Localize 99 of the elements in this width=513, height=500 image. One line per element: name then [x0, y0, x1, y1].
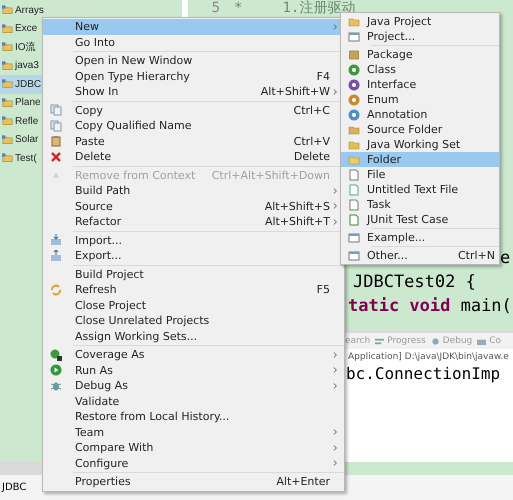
menu-item[interactable]: Copy Qualified Name — [43, 118, 344, 134]
menu-item[interactable]: Open Type Hierarchy F4 — [43, 68, 344, 84]
project-folder-icon — [2, 42, 13, 52]
project-folder-icon — [2, 116, 13, 126]
menu-item[interactable]: Enum — [341, 92, 499, 107]
menu-item[interactable]: Close Unrelated Projects — [43, 313, 344, 328]
menu-item[interactable]: Validate — [43, 394, 344, 409]
project-folder-icon — [348, 16, 360, 28]
menu-item[interactable]: Show In Alt+Shift+W — [43, 84, 344, 100]
package-icon — [348, 48, 360, 60]
menu-item[interactable]: Task — [341, 197, 499, 212]
tree-item[interactable]: Exce — [0, 20, 38, 38]
tree-item[interactable]: IO流 — [0, 38, 37, 56]
window-icon — [348, 30, 360, 42]
menu-item[interactable]: Go Into — [43, 34, 344, 50]
paste-icon — [50, 135, 62, 148]
console-icon — [477, 336, 486, 346]
window-icon — [348, 232, 360, 244]
menu-item[interactable]: Debug As — [43, 378, 344, 394]
menu-item[interactable]: Delete Delete — [43, 149, 344, 164]
line-number: 5 — [210, 0, 220, 16]
tree-item[interactable]: Solar — [0, 130, 40, 149]
project-folder-icon — [2, 60, 13, 71]
test-file-icon — [348, 214, 360, 226]
menu-item[interactable]: Team — [43, 424, 344, 440]
enum-icon — [348, 94, 360, 106]
menu-item[interactable]: Build Project — [43, 266, 344, 282]
status-text: JDBC — [2, 482, 26, 493]
text-file-icon — [348, 184, 360, 196]
code-text: e — [500, 248, 510, 268]
progress-icon — [375, 336, 384, 346]
menu-item[interactable]: File — [341, 167, 499, 182]
menu-item[interactable]: Properties Alt+Enter — [43, 474, 344, 490]
project-folder-icon — [2, 79, 13, 90]
menu-item[interactable]: Open in New Window — [43, 53, 344, 68]
project-folder-icon — [2, 24, 13, 34]
folder-icon — [348, 154, 360, 166]
menu-item[interactable]: Package — [341, 47, 499, 62]
menu-item[interactable]: Copy Ctrl+C — [43, 102, 344, 118]
export-icon — [50, 250, 62, 262]
tree-item[interactable]: java3 — [0, 56, 40, 75]
menu-item[interactable]: Restore from Local History... — [43, 409, 344, 424]
menu-item[interactable]: Project... — [341, 29, 499, 44]
project-folder-icon — [2, 5, 13, 16]
chevron-icon — [332, 88, 338, 96]
menu-item[interactable]: Build Path — [43, 183, 344, 198]
menu-item[interactable]: Export... — [43, 248, 344, 264]
menu-item[interactable]: Assign Working Sets... — [43, 328, 344, 344]
tree-item[interactable]: Arrays — [0, 1, 45, 20]
tree-item[interactable]: Refle — [0, 112, 40, 130]
menu-item[interactable]: Source Alt+Shift+S — [43, 198, 344, 214]
menu-item[interactable]: Import... — [43, 232, 344, 248]
menu-item[interactable]: Java Project — [341, 14, 499, 29]
menu-item[interactable]: Source Folder — [341, 122, 499, 137]
run-icon — [50, 364, 62, 376]
copy-icon — [50, 104, 62, 116]
class-icon — [348, 64, 360, 76]
tree-item[interactable]: JDBC — [0, 75, 42, 94]
annotation-icon — [348, 108, 360, 120]
menu-item[interactable]: Configure — [43, 456, 344, 471]
import-icon — [50, 234, 62, 246]
menu-item[interactable]: Class — [341, 62, 499, 77]
code-text: tatic void — [348, 296, 450, 316]
menu-item[interactable]: Other... Ctrl+N — [341, 248, 499, 263]
menu-item[interactable]: Refactor Alt+Shift+T — [43, 214, 344, 230]
code-text: JDBCTest02 { — [353, 272, 476, 292]
menu-item[interactable]: Folder — [341, 152, 499, 167]
delete-icon — [50, 150, 62, 163]
menu-item[interactable]: Annotation — [341, 107, 499, 122]
interface-icon — [348, 78, 360, 90]
refresh-icon — [50, 284, 62, 296]
menu-item[interactable]: Close Project — [43, 298, 344, 313]
file-icon — [348, 198, 360, 210]
console-output: bc.ConnectionImp — [346, 364, 500, 383]
project-folder-icon — [2, 153, 13, 164]
window-icon — [348, 250, 360, 262]
project-folder-icon — [2, 98, 13, 108]
menu-item[interactable]: JUnit Test Case — [341, 212, 499, 227]
bug-icon — [430, 336, 440, 346]
tree-item[interactable]: Test( — [0, 149, 38, 168]
bug-icon — [50, 380, 62, 392]
menu-item[interactable]: Interface — [341, 77, 499, 92]
coverage-icon — [50, 348, 62, 361]
menu-item[interactable]: Untitled Text File — [341, 182, 499, 197]
chevron-icon — [332, 22, 338, 31]
code-text: * — [234, 0, 242, 16]
console-header: Application] D:\java\JDK\bin\javaw.e — [348, 352, 509, 362]
project-folder-icon — [2, 134, 13, 145]
tree-item[interactable]: Plane — [0, 94, 42, 112]
menu-item[interactable]: Paste Ctrl+V — [43, 134, 344, 149]
source-folder-icon — [348, 124, 360, 136]
menu-item[interactable]: Run As — [43, 362, 344, 378]
menu-item[interactable]: Coverage As — [43, 347, 344, 362]
menu-item[interactable]: Java Working Set — [341, 137, 499, 152]
menu-item[interactable]: Refresh F5 — [43, 282, 344, 298]
menu-item[interactable]: Example... — [341, 230, 499, 245]
code-text: main( — [460, 296, 512, 316]
copy-icon — [50, 120, 62, 132]
menu-item[interactable]: Compare With — [43, 440, 344, 456]
